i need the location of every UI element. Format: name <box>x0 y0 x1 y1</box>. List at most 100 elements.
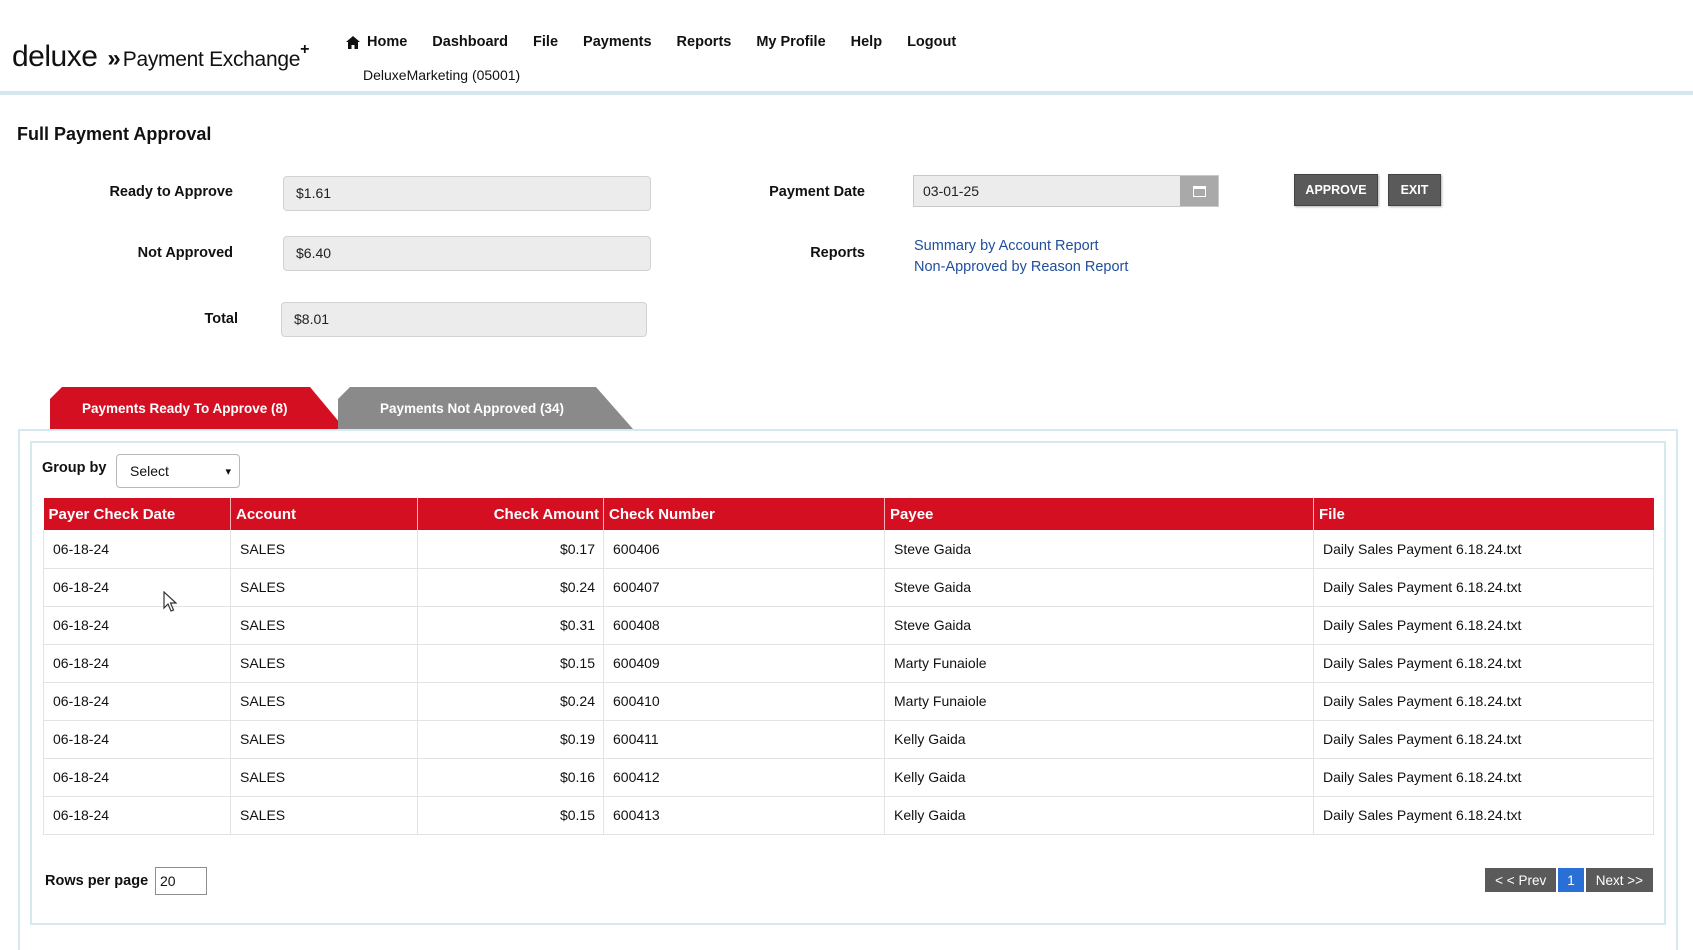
not-approved-value: $6.40 <box>283 236 651 271</box>
summary-by-account-report-link[interactable]: Summary by Account Report <box>914 238 1099 254</box>
cell-check-amount: $0.24 <box>417 568 604 607</box>
table-row[interactable]: 06-18-24 SALES $0.16 600412 Kelly Gaida … <box>43 758 1654 797</box>
cell-check-number: 600412 <box>603 758 885 797</box>
cell-payer-check-date: 06-18-24 <box>43 758 231 797</box>
main-nav: Home Dashboard File Payments Reports My … <box>346 34 956 50</box>
cell-file: Daily Sales Payment 6.18.24.txt <box>1313 720 1654 759</box>
logo-deluxe-text: deluxe <box>12 40 98 73</box>
nav-reports[interactable]: Reports <box>677 34 732 50</box>
cell-file: Daily Sales Payment 6.18.24.txt <box>1313 796 1654 835</box>
tab-payments-ready-to-approve[interactable]: Payments Ready To Approve (8) <box>50 387 345 429</box>
cell-check-number: 600407 <box>603 568 885 607</box>
table-header-row: Payer Check Date Account Check Amount Ch… <box>43 498 1654 530</box>
nav-home-label: Home <box>367 34 408 50</box>
cell-file: Daily Sales Payment 6.18.24.txt <box>1313 682 1654 721</box>
cell-check-number: 600410 <box>603 682 885 721</box>
table-row[interactable]: 06-18-24 SALES $0.31 600408 Steve Gaida … <box>43 606 1654 645</box>
table-row[interactable]: 06-18-24 SALES $0.19 600411 Kelly Gaida … <box>43 720 1654 759</box>
cell-account: SALES <box>230 530 418 569</box>
cell-payee: Marty Funaiole <box>884 644 1314 683</box>
total-value: $8.01 <box>281 302 647 337</box>
nav-home[interactable]: Home <box>346 34 407 50</box>
cell-check-number: 600411 <box>603 720 885 759</box>
cell-payee: Steve Gaida <box>884 530 1314 569</box>
reports-label: Reports <box>810 245 865 261</box>
nav-my-profile[interactable]: My Profile <box>756 34 825 50</box>
cell-payee: Kelly Gaida <box>884 796 1314 835</box>
non-approved-by-reason-report-link[interactable]: Non-Approved by Reason Report <box>914 259 1128 275</box>
cell-check-number: 600406 <box>603 530 885 569</box>
nav-file[interactable]: File <box>533 34 558 50</box>
cell-account: SALES <box>230 682 418 721</box>
cell-account: SALES <box>230 796 418 835</box>
group-by-label: Group by <box>42 460 107 476</box>
deluxe-payment-exchange-logo[interactable]: deluxe » Payment Exchange + <box>12 40 309 74</box>
cell-payer-check-date: 06-18-24 <box>43 644 231 683</box>
column-header-account[interactable]: Account <box>230 498 418 530</box>
table-row[interactable]: 06-18-24 SALES $0.15 600409 Marty Funaio… <box>43 644 1654 683</box>
total-label: Total <box>204 311 238 327</box>
cell-payer-check-date: 06-18-24 <box>43 568 231 607</box>
cell-payee: Steve Gaida <box>884 568 1314 607</box>
table-row[interactable]: 06-18-24 SALES $0.17 600406 Steve Gaida … <box>43 530 1654 569</box>
cell-file: Daily Sales Payment 6.18.24.txt <box>1313 530 1654 569</box>
table-row[interactable]: 06-18-24 SALES $0.24 600407 Steve Gaida … <box>43 568 1654 607</box>
payments-table: Payer Check Date Account Check Amount Ch… <box>43 498 1654 835</box>
column-header-file[interactable]: File <box>1313 498 1654 530</box>
cell-check-amount: $0.17 <box>417 530 604 569</box>
cell-check-amount: $0.31 <box>417 606 604 645</box>
prev-page-button[interactable]: < < Prev <box>1485 868 1557 892</box>
tab-payments-not-approved[interactable]: Payments Not Approved (34) <box>338 387 633 429</box>
cell-payer-check-date: 06-18-24 <box>43 530 231 569</box>
ready-to-approve-label: Ready to Approve <box>109 184 233 200</box>
logo-product-text: Payment Exchange <box>122 48 301 71</box>
cell-account: SALES <box>230 758 418 797</box>
cell-payee: Kelly Gaida <box>884 720 1314 759</box>
calendar-button[interactable] <box>1180 176 1218 206</box>
current-page-button[interactable]: 1 <box>1558 868 1584 892</box>
group-by-select[interactable]: Select ▾ <box>116 454 240 488</box>
nav-dashboard[interactable]: Dashboard <box>432 34 508 50</box>
cell-check-amount: $0.19 <box>417 720 604 759</box>
logo-arrows: » <box>107 45 121 72</box>
cell-check-amount: $0.16 <box>417 758 604 797</box>
cell-file: Daily Sales Payment 6.18.24.txt <box>1313 758 1654 797</box>
mouse-cursor-icon <box>163 591 177 612</box>
home-icon <box>346 35 360 49</box>
payment-date-label: Payment Date <box>769 184 865 200</box>
rows-per-page-input[interactable]: 20 <box>155 867 207 895</box>
table-row[interactable]: 06-18-24 SALES $0.15 600413 Kelly Gaida … <box>43 796 1654 835</box>
column-header-check-number[interactable]: Check Number <box>603 498 885 530</box>
cell-account: SALES <box>230 606 418 645</box>
pagination: < < Prev 1 Next >> <box>1485 868 1653 892</box>
rows-per-page-label: Rows per page <box>45 873 149 889</box>
cell-check-amount: $0.24 <box>417 682 604 721</box>
exit-button[interactable]: EXIT <box>1388 174 1441 206</box>
next-page-button[interactable]: Next >> <box>1585 868 1653 892</box>
top-header: deluxe » Payment Exchange + Home Dashboa… <box>0 0 1693 95</box>
cell-file: Daily Sales Payment 6.18.24.txt <box>1313 644 1654 683</box>
cell-account: SALES <box>230 720 418 759</box>
group-by-selected-value: Select <box>130 463 169 479</box>
approve-button[interactable]: APPROVE <box>1294 174 1378 206</box>
page-title: Full Payment Approval <box>17 124 212 144</box>
column-header-payer-check-date[interactable]: Payer Check Date <box>43 498 231 530</box>
nav-logout[interactable]: Logout <box>907 34 956 50</box>
column-header-payee[interactable]: Payee <box>884 498 1314 530</box>
cell-account: SALES <box>230 568 418 607</box>
logo-plus: + <box>300 41 310 58</box>
cell-payee: Marty Funaiole <box>884 682 1314 721</box>
cell-check-amount: $0.15 <box>417 796 604 835</box>
payment-date-field[interactable]: 03-01-25 <box>913 175 1219 207</box>
nav-payments[interactable]: Payments <box>583 34 652 50</box>
payment-date-value[interactable]: 03-01-25 <box>914 176 1180 206</box>
nav-help[interactable]: Help <box>851 34 882 50</box>
table-row[interactable]: 06-18-24 SALES $0.24 600410 Marty Funaio… <box>43 682 1654 721</box>
column-header-check-amount[interactable]: Check Amount <box>417 498 604 530</box>
calendar-icon <box>1192 185 1206 197</box>
organization-label: DeluxeMarketing (05001) <box>363 67 521 83</box>
cell-file: Daily Sales Payment 6.18.24.txt <box>1313 568 1654 607</box>
cell-check-number: 600408 <box>603 606 885 645</box>
cell-payer-check-date: 06-18-24 <box>43 720 231 759</box>
cell-check-number: 600413 <box>603 796 885 835</box>
